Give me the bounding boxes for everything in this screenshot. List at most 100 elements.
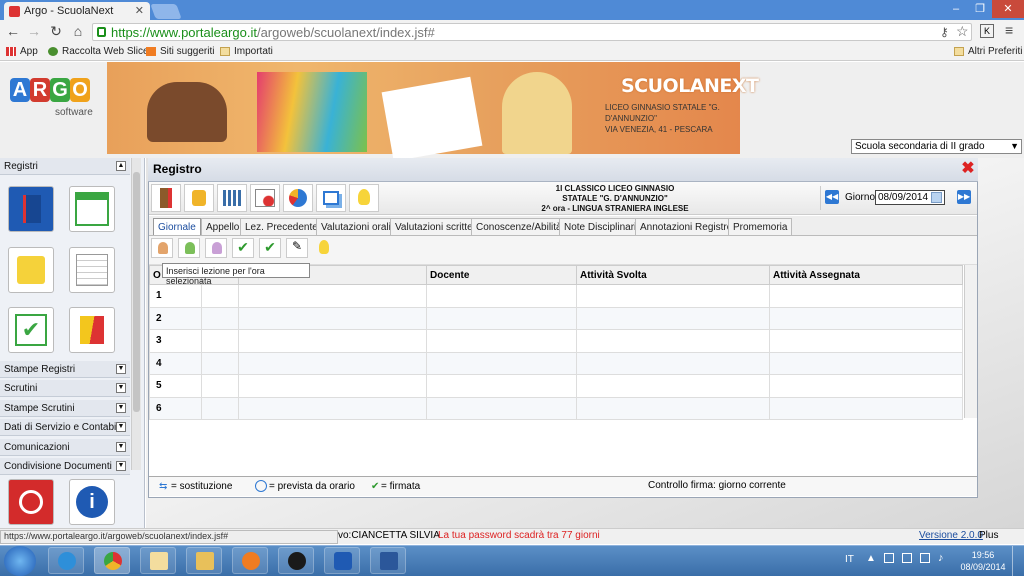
grid-settings-icon[interactable]: [217, 184, 247, 212]
bookmark-web-slice[interactable]: Raccolta Web Slice: [48, 46, 149, 57]
column-header-docente[interactable]: Docente: [426, 265, 577, 285]
show-desktop-button[interactable]: [1012, 546, 1024, 576]
new-tab-button[interactable]: [150, 4, 182, 19]
sidebar-scrollbar[interactable]: [131, 158, 141, 470]
windows-icon[interactable]: [316, 184, 346, 212]
home-icon[interactable]: ⌂: [70, 23, 86, 41]
language-indicator[interactable]: IT: [845, 554, 854, 565]
sidebar-section-condivisione[interactable]: Condivisione Documenti ▼: [0, 458, 130, 475]
sidebar-section-dati-servizio[interactable]: Dati di Servizio e Contabili ▼: [0, 419, 130, 436]
taskbar-chrome[interactable]: [94, 547, 130, 574]
taskbar-files[interactable]: [186, 547, 222, 574]
registro-classe-icon[interactable]: [8, 186, 54, 232]
sign-check-icon[interactable]: ✔: [232, 238, 254, 258]
expand-icon[interactable]: ▼: [116, 403, 126, 413]
star-icon[interactable]: ☆: [956, 23, 969, 40]
exit-door-icon[interactable]: [151, 184, 181, 212]
grades-chart-icon[interactable]: [69, 247, 115, 293]
maximize-window-button[interactable]: ❐: [968, 0, 992, 18]
lightbulb-icon[interactable]: [349, 184, 379, 212]
back-arrow-icon[interactable]: ←: [5, 23, 21, 41]
remove-lesson-icon[interactable]: [205, 238, 227, 258]
tab-conoscenze-abilita[interactable]: Conoscenze/Abilità: [471, 218, 567, 235]
extension-icon[interactable]: K: [980, 24, 994, 38]
taskbar-hp[interactable]: [278, 547, 314, 574]
grades-chart-icon[interactable]: [250, 184, 280, 212]
tray-arrow-icon[interactable]: ▲: [866, 553, 876, 564]
table-row[interactable]: 5: [149, 374, 963, 398]
table-row[interactable]: 4: [149, 351, 963, 375]
tab-annotazioni-registro[interactable]: Annotazioni Registro: [635, 218, 738, 235]
collapse-icon[interactable]: ▲: [116, 161, 126, 171]
minimize-window-button[interactable]: ‒: [944, 0, 968, 18]
check-register-icon[interactable]: ✔: [8, 307, 54, 353]
table-row[interactable]: 2: [149, 306, 963, 330]
menu-icon[interactable]: ≡: [1005, 22, 1013, 38]
address-bar[interactable]: https://www.portaleargo.it/argoweb/scuol…: [92, 23, 972, 41]
reload-icon[interactable]: ↻: [48, 23, 64, 41]
start-button[interactable]: [4, 546, 36, 576]
taskbar-app[interactable]: [324, 547, 360, 574]
tab-valutazioni-scritte[interactable]: Valutazioni scritte: [390, 218, 478, 235]
edit-lesson-icon[interactable]: [178, 238, 200, 258]
key-icon[interactable]: ⚷: [940, 25, 949, 39]
bookmark-imported[interactable]: Importati: [220, 46, 273, 57]
version-link[interactable]: Versione 2.0.0: [919, 530, 983, 541]
next-day-button[interactable]: ▶▶: [957, 190, 971, 204]
taskbar-ie[interactable]: [48, 547, 84, 574]
calendar-icon[interactable]: [69, 186, 115, 232]
expand-icon[interactable]: ▼: [116, 364, 126, 374]
tab-appello[interactable]: Appello: [201, 218, 245, 235]
expand-icon[interactable]: ▼: [116, 461, 126, 471]
sidebar-section-stampe-registri[interactable]: Stampe Registri ▼: [0, 361, 130, 378]
tab-valutazioni-orali[interactable]: Valutazioni orali: [316, 218, 396, 235]
disciplinary-cards-icon[interactable]: [69, 307, 115, 353]
edit-note-icon[interactable]: [8, 247, 54, 293]
close-window-icon[interactable]: ✖: [960, 161, 976, 178]
bookmark-other[interactable]: Altri Preferiti: [954, 46, 1022, 57]
taskbar-clock[interactable]: 19:56 08/09/2014: [958, 549, 1008, 573]
pie-chart-icon[interactable]: [283, 184, 313, 212]
taskbar-word[interactable]: [370, 547, 406, 574]
forward-arrow-icon[interactable]: →: [26, 23, 42, 41]
column-header-attivita-assegnata[interactable]: Attività Assegnata: [769, 265, 963, 285]
info-icon[interactable]: i: [69, 479, 115, 525]
browser-tab[interactable]: Argo - ScuolaNext ✕: [4, 2, 150, 20]
bookmark-apps[interactable]: App: [6, 46, 38, 57]
close-window-button[interactable]: ✕: [992, 0, 1024, 18]
tray-network-icon[interactable]: [902, 553, 912, 563]
add-lesson-icon[interactable]: [151, 238, 173, 258]
tab-note-disciplinari[interactable]: Note Disciplinari: [559, 218, 642, 235]
edit-pencil-icon[interactable]: ✎: [286, 238, 308, 258]
lightbulb-icon[interactable]: [313, 238, 335, 258]
lock-icon[interactable]: [184, 184, 214, 212]
table-scrollbar[interactable]: [964, 265, 977, 418]
tab-lez-precedente[interactable]: Lez. Precedente: [240, 218, 323, 235]
sidebar-section-stampe-scrutini[interactable]: Stampe Scrutini ▼: [0, 400, 130, 417]
sidebar-section-comunicazioni[interactable]: Comunicazioni ▼: [0, 439, 130, 456]
scrollbar-thumb[interactable]: [133, 172, 140, 412]
power-logout-icon[interactable]: [8, 479, 54, 525]
previous-day-button[interactable]: ◀◀: [825, 190, 839, 204]
tray-device-icon[interactable]: [884, 553, 894, 563]
sign-all-icon[interactable]: ✔: [259, 238, 281, 258]
expand-icon[interactable]: ▼: [116, 422, 126, 432]
table-row[interactable]: 6: [149, 396, 963, 420]
expand-icon[interactable]: ▼: [116, 442, 126, 452]
tab-giornale[interactable]: Giornale: [153, 218, 201, 235]
table-row[interactable]: 1: [149, 284, 963, 308]
volume-icon[interactable]: ♪: [938, 552, 944, 564]
school-type-select[interactable]: Scuola secondaria di II grado ▼: [851, 139, 1022, 154]
calendar-picker-icon[interactable]: [931, 192, 942, 203]
bookmark-suggested[interactable]: Siti suggeriti: [146, 46, 214, 57]
column-header-attivita-svolta[interactable]: Attività Svolta: [576, 265, 770, 285]
sidebar-section-scrutini[interactable]: Scrutini ▼: [0, 380, 130, 397]
taskbar-media[interactable]: [232, 547, 268, 574]
tray-power-icon[interactable]: [920, 553, 930, 563]
table-row[interactable]: 3: [149, 329, 963, 353]
tab-promemoria[interactable]: Promemoria: [728, 218, 793, 235]
close-tab-icon[interactable]: ✕: [135, 4, 144, 17]
expand-icon[interactable]: ▼: [116, 383, 126, 393]
taskbar-explorer[interactable]: [140, 547, 176, 574]
sidebar-header-registri[interactable]: Registri ▲: [0, 158, 130, 175]
